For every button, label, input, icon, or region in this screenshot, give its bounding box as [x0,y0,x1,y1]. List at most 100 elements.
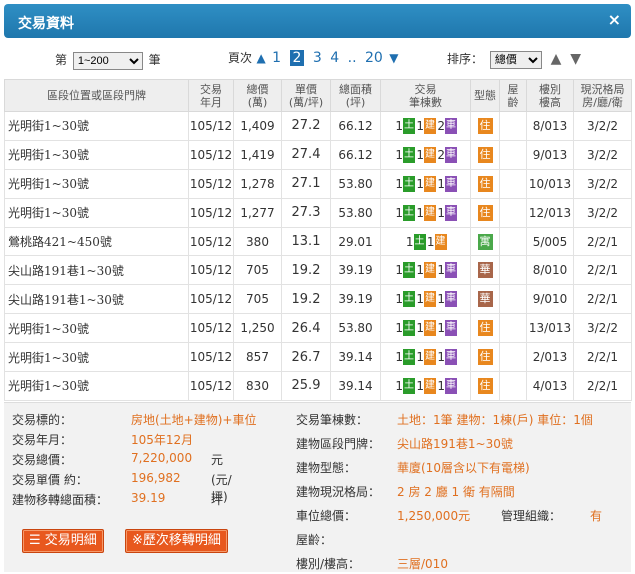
next-page-icon[interactable]: ▼ [389,51,398,65]
type-badge: 住 [477,349,493,366]
cell-type: 住 [470,197,500,228]
cell-count: 1土 1建 [380,226,471,257]
page-link[interactable]: 20 [365,50,383,66]
detail-label: 建物區段門牌： [296,437,381,451]
type-badge: 寓 [477,233,493,250]
col-total[interactable]: 總價 (萬) [233,79,282,112]
cell-unit-price: 27.1 [281,168,331,199]
cell-area: 39.14 [330,342,381,373]
land-count: 1 [395,205,403,220]
cell-age [499,255,527,286]
cell-floor: 5/005 [526,226,574,257]
col-area-label: 總面積 [339,82,372,96]
transfer-history-button[interactable]: ※歷次移轉明細 [125,529,228,553]
col-date[interactable]: 交易 年月 [188,79,234,112]
building-tag: 建 [424,320,436,337]
col-floor-label: 樓別 [539,82,561,96]
table-row[interactable]: 光明街1~30號 105/12 857 26.7 39.14 1土 1建 1車住 2/013 2/… [4,342,632,373]
cell-type: 住 [470,168,500,199]
cell-total-price: 1,419 [233,139,282,170]
building-tag: 建 [424,349,436,366]
land-tag: 土 [403,117,415,134]
sort-label: 排序： [447,52,484,66]
building-count: 1 [416,378,424,393]
detail-unit: 坪 [211,493,224,507]
sort-select[interactable]: 總價 [489,51,542,69]
building-tag: 建 [424,262,436,279]
col-count[interactable]: 交易 筆棟數 [380,79,471,112]
range-selector: 第 1~200 筆 [55,51,161,70]
cell-unit-price: 27.4 [281,139,331,170]
cell-unit-price: 13.1 [281,226,331,257]
col-addr[interactable]: 區段位置或區段門牌 [4,79,189,112]
cell-date: 105/12 [188,255,234,286]
table-row[interactable]: 光明街1~30號 105/12 1,277 27.3 53.80 1土 1建 1車住 12/01… [4,197,632,228]
building-tag: 建 [424,377,436,394]
cell-count: 1土 1建 2車 [380,111,471,141]
cell-address: 光明街1~30號 [4,168,189,199]
parking-count: 1 [437,205,445,220]
cell-age [499,197,527,228]
cell-total-price: 705 [233,255,282,286]
parking-count: 1 [437,321,445,336]
col-layout[interactable]: 現況格局 房/廳/衛 [573,79,632,112]
page-link-current[interactable]: 2 [289,50,305,66]
table-row[interactable]: 光明街1~30號 105/12 1,409 27.2 66.12 1土 1建 2車住 8/013… [4,111,632,141]
type-badge: 住 [477,146,493,163]
page-link[interactable]: 1 [272,50,281,66]
land-count: 1 [395,147,403,162]
transaction-table: 區段位置或區段門牌 交易 年月 總價 (萬) 單價 (萬/坪) 總面積 (坪) 交易 筆棟… [4,79,632,401]
cell-area: 66.12 [330,111,381,141]
col-area[interactable]: 總面積 (坪) [330,79,381,112]
transaction-detail-button[interactable]: ☰ 交易明細 [22,529,104,553]
land-count: 1 [405,234,414,249]
parking-tag: 車 [445,377,457,394]
type-badge: 住 [477,377,493,394]
building-count: 1 [416,350,424,365]
cell-total-price: 1,409 [233,111,282,141]
sort-descending-icon[interactable]: ▼ [570,51,581,67]
col-floor[interactable]: 樓別 樓高 [526,79,574,112]
detail-label: 樓別/樓高： [296,557,361,571]
detail-label: 交易標的： [12,413,73,427]
range-select[interactable]: 1~200 [72,52,143,70]
cell-date: 105/12 [188,371,234,401]
cell-total-price: 380 [233,226,282,257]
col-unit[interactable]: 單價 (萬/坪) [281,79,331,112]
land-tag: 土 [403,291,415,308]
page-link[interactable]: 3 [313,50,322,66]
table-row[interactable]: 尖山路191巷1~30號 105/12 705 19.2 39.19 1土 1建 1車華 9/0… [4,284,632,315]
detail-label: 建物移轉總面積： [12,493,109,507]
table-row[interactable]: 光明街1~30號 105/12 1,278 27.1 53.80 1土 1建 1車住 10/01… [4,168,632,199]
cell-count: 1土 1建 1車 [380,371,471,401]
land-tag: 土 [403,320,415,337]
dialog-titlebar: 交易資料 × [4,4,631,38]
table-row[interactable]: 光明街1~30號 105/12 1,419 27.4 66.12 1土 1建 2車住 9/013… [4,139,632,170]
cell-type: 寓 [470,226,500,257]
parking-tag: 車 [445,204,457,221]
col-age-label: 齡 [507,95,519,109]
building-tag: 建 [424,146,436,163]
parking-count: 1 [437,378,445,393]
col-addr-label: 區段位置或區段門牌 [47,89,146,102]
sort-ascending-icon[interactable]: ▲ [551,51,562,67]
col-age[interactable]: 屋齡 [499,79,527,112]
col-age-label: 屋 [507,82,519,96]
page-link[interactable]: 4 [330,50,339,66]
parking-count: 1 [437,292,445,307]
table-row[interactable]: 尖山路191巷1~30號 105/12 705 19.2 39.19 1土 1建 1車華 8/0… [4,255,632,286]
building-count: 1 [416,292,424,307]
prev-page-icon[interactable]: ▲ [256,51,265,65]
table-row[interactable]: 鶯桃路421~450號 105/12 380 13.1 29.01 1土 1建寓 5/005 2… [4,226,632,257]
cell-unit-price: 27.2 [281,111,331,141]
table-row[interactable]: 光明街1~30號 105/12 1,250 26.4 53.80 1土 1建 1車住 13/01… [4,313,632,344]
detail-value: 房地(土地+建物)+車位 [131,413,257,427]
parking-count: 2 [437,118,445,133]
col-floor-label: 樓高 [539,95,561,109]
detail-label: 交易年月： [12,433,73,447]
table-row[interactable]: 光明街1~30號 105/12 830 25.9 39.14 1土 1建 1車住 4/013 2/… [4,371,632,401]
cell-floor: 12/013 [526,197,574,228]
col-type[interactable]: 型態 [470,79,500,112]
building-tag: 建 [424,204,436,221]
close-icon[interactable]: × [608,10,621,29]
